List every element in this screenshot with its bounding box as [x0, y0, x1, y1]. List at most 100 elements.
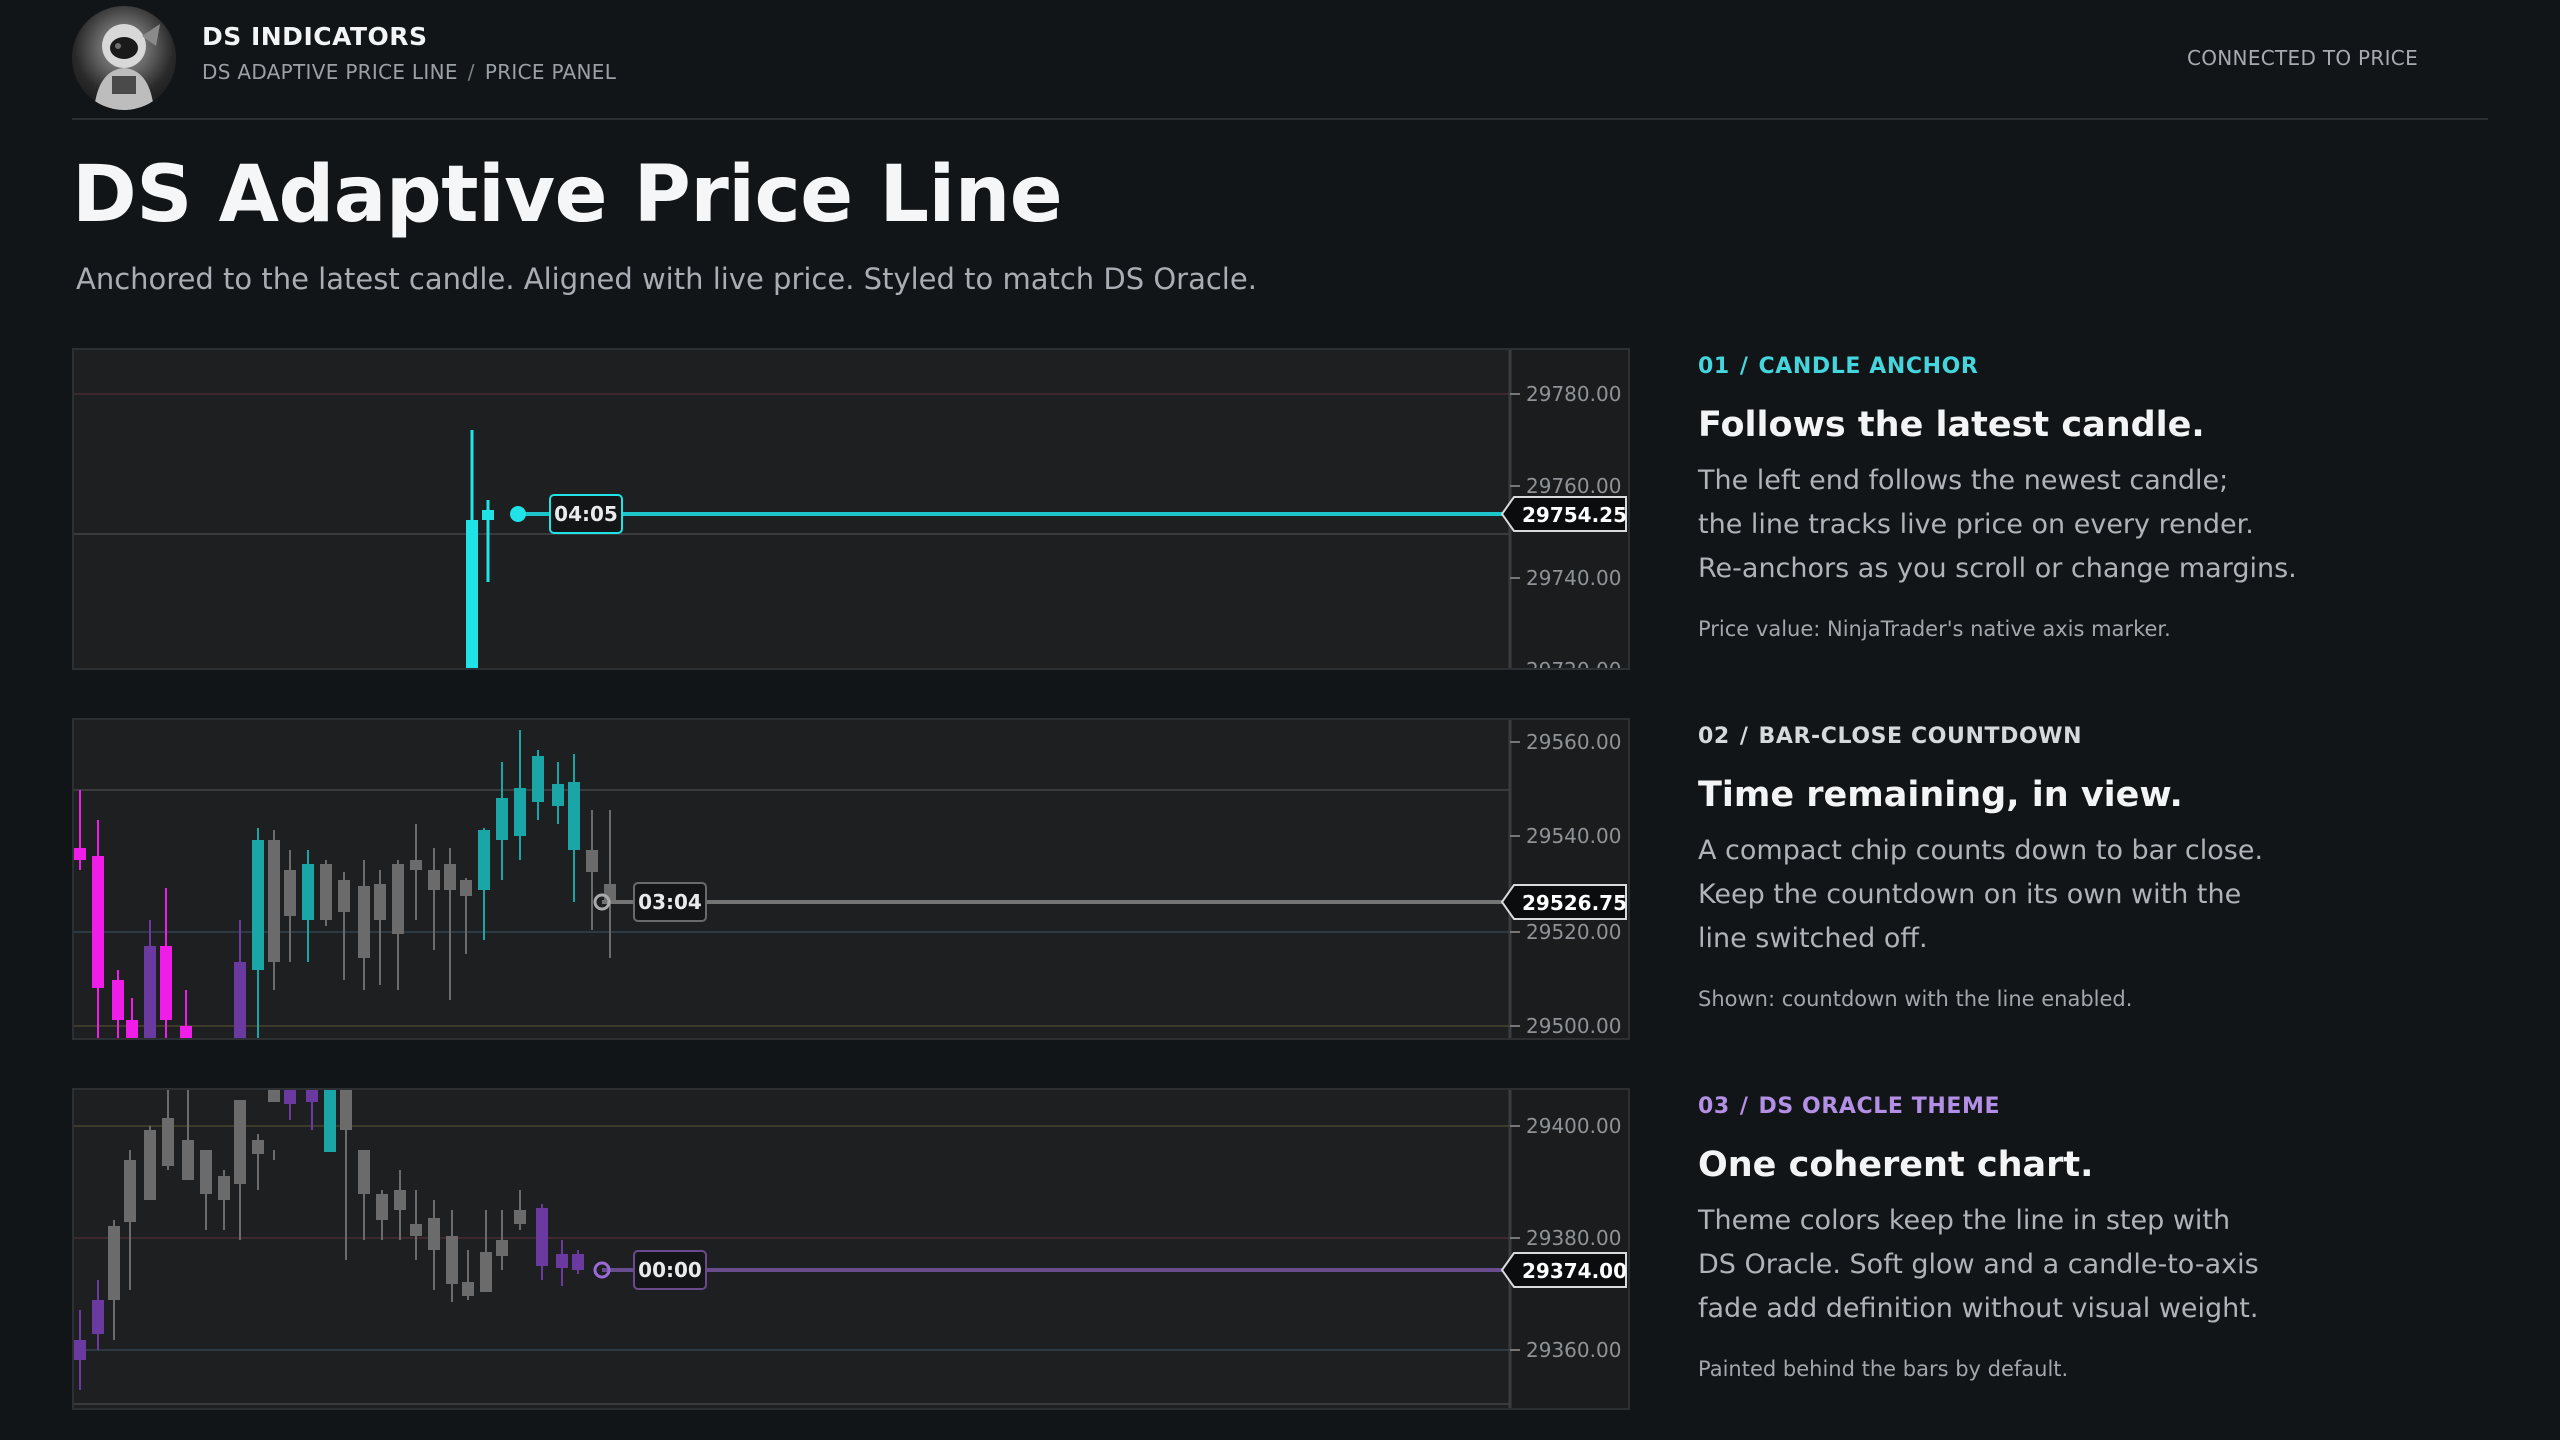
candle [338, 880, 350, 912]
candle [112, 980, 124, 1020]
feature-body-line: Theme colors keep the line in step with [1698, 1205, 2231, 1236]
candle [462, 1282, 474, 1296]
candle [124, 1160, 136, 1222]
page-subtitle: Anchored to the latest candle. Aligned w… [76, 262, 1257, 296]
candle [410, 1224, 422, 1236]
candle [358, 886, 370, 958]
feature-kicker-label: CANDLE ANCHOR [1758, 354, 1979, 379]
feature-body-line: The left end follows the newest candle; [1698, 465, 2229, 496]
candle [126, 1020, 138, 1038]
candle [182, 1140, 194, 1180]
candle [586, 850, 598, 872]
candle [514, 1210, 526, 1224]
chart-panel-oracle-theme[interactable]: 00:00 29400.00 29380.00 29360.00 29374.0… [72, 1088, 1630, 1410]
candle [446, 1236, 458, 1284]
candle [234, 962, 246, 1038]
feature-heading: One coherent chart. [1698, 1145, 2094, 1185]
candle [358, 1150, 370, 1194]
candle [252, 1140, 264, 1154]
candle [284, 870, 296, 916]
brand-name: DS INDICATORS [202, 22, 428, 51]
price-chart: 00:00 29400.00 29380.00 29360.00 29374.0… [74, 1090, 1628, 1408]
axis-tick-label: 29380.00 [1526, 1226, 1621, 1250]
axis-tick-label: 29360.00 [1526, 1338, 1621, 1362]
axis-tick-label: 29560.00 [1526, 730, 1621, 754]
feature-kicker: 01 / CANDLE ANCHOR [1698, 354, 2478, 379]
feature-number: 03 [1698, 1094, 1730, 1119]
candle [92, 856, 104, 988]
candle [180, 1026, 192, 1038]
kicker-separator: / [1739, 1094, 1749, 1119]
feature-number: 02 [1698, 724, 1730, 749]
candle [410, 860, 422, 870]
feature-body-line: the line tracks live price on every rend… [1698, 509, 2254, 540]
countdown-label: 04:05 [554, 502, 618, 526]
candle [144, 1130, 156, 1200]
line-anchor-dot [510, 506, 526, 522]
axis-tick-label: 29720.00 [1526, 658, 1621, 670]
candle [428, 1218, 440, 1250]
candle [572, 1254, 584, 1270]
candle [74, 1340, 86, 1360]
feature-heading: Follows the latest candle. [1698, 405, 2205, 445]
page-title: DS Adaptive Price Line [72, 150, 1063, 240]
axis-tick-label: 29760.00 [1526, 474, 1621, 498]
candle [394, 1190, 406, 1210]
candle [392, 864, 404, 934]
candle [536, 1208, 548, 1266]
candle [496, 798, 508, 840]
candle [376, 1194, 388, 1220]
price-marker-label: 29374.00 [1522, 1259, 1627, 1283]
price-marker-label: 29526.75 [1522, 891, 1627, 915]
feature-kicker-label: DS ORACLE THEME [1758, 1094, 2001, 1119]
price-axis [1510, 1090, 1628, 1408]
feature-note: Painted behind the bars by default. [1698, 1357, 2069, 1381]
feature-number: 01 [1698, 354, 1730, 379]
candle [200, 1150, 212, 1194]
candle [218, 1176, 230, 1200]
feature-body-line: DS Oracle. Soft glow and a candle-to-axi… [1698, 1249, 2259, 1280]
candle [340, 1090, 352, 1130]
candle [460, 880, 472, 896]
candle [482, 510, 494, 520]
candle [144, 946, 156, 1038]
feature-body-line: fade add definition without visual weigh… [1698, 1293, 2259, 1324]
feature-body: A compact chip counts down to bar close.… [1698, 829, 2478, 961]
chart-panel-countdown[interactable]: 03:04 29560.00 29540.00 29520.00 29500.0… [72, 718, 1630, 1040]
candle [374, 884, 386, 920]
candle [514, 788, 526, 836]
candle-series [74, 730, 616, 1038]
candle [252, 840, 264, 970]
countdown-label: 00:00 [638, 1258, 702, 1282]
feature-note: Price value: NinjaTrader's native axis m… [1698, 617, 2171, 641]
chart-panel-candle-anchor[interactable]: 04:05 29780.00 29760.00 29740.00 29720.0… [72, 348, 1630, 670]
breadcrumb-item[interactable]: DS ADAPTIVE PRICE LINE [202, 60, 458, 84]
axis-tick-label: 29400.00 [1526, 1114, 1621, 1138]
price-axis [1510, 720, 1628, 1038]
feature-kicker: 03 / DS ORACLE THEME [1698, 1094, 2478, 1119]
feature-body-line: A compact chip counts down to bar close. [1698, 835, 2264, 866]
price-marker-label: 29754.25 [1522, 503, 1627, 527]
axis-tick-label: 29740.00 [1526, 566, 1621, 590]
axis-tick-label: 29520.00 [1526, 920, 1621, 944]
candle [444, 864, 456, 890]
candle [92, 1300, 104, 1334]
axis-tick-label: 29500.00 [1526, 1014, 1621, 1038]
candle [302, 864, 314, 920]
feature-body-line: line switched off. [1698, 923, 1928, 954]
breadcrumb: DS ADAPTIVE PRICE LINE / PRICE PANEL [202, 60, 616, 84]
candle [466, 520, 478, 668]
candle [568, 782, 580, 850]
candle [478, 830, 490, 890]
candle [496, 1240, 508, 1256]
candle [324, 1090, 336, 1152]
candle [108, 1226, 120, 1300]
breadcrumb-item[interactable]: PRICE PANEL [485, 60, 616, 84]
feature-ds-oracle-theme: 03 / DS ORACLE THEME One coherent chart. T… [1698, 1094, 2478, 1381]
candle [428, 870, 440, 890]
astronaut-logo [72, 6, 176, 110]
countdown-label: 03:04 [638, 890, 702, 914]
feature-note: Shown: countdown with the line enabled. [1698, 987, 2133, 1011]
candle [480, 1252, 492, 1292]
candle [284, 1090, 296, 1104]
